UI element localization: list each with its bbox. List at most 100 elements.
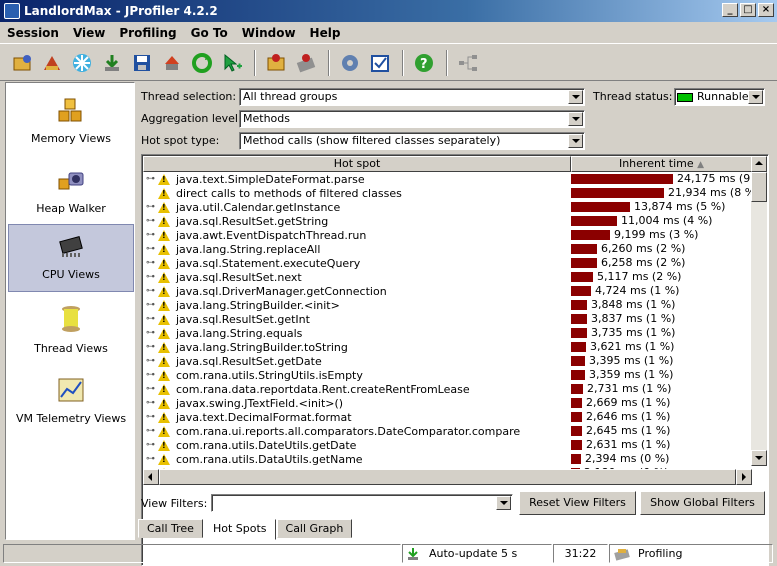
- expand-node-icon[interactable]: ⊶: [146, 258, 156, 268]
- close-button[interactable]: ×: [758, 3, 774, 17]
- scroll-left-button[interactable]: [143, 469, 159, 485]
- table-row[interactable]: ⊶ java.sql.DriverManager.getConnection 4,7…: [143, 284, 752, 298]
- aggregation-select[interactable]: Methods: [239, 110, 585, 128]
- table-row[interactable]: ⊶ javax.swing.JTextField.<init>() 2,669 ms…: [143, 396, 752, 410]
- sidebar-item-heap-walker[interactable]: Heap Walker: [8, 159, 134, 227]
- hscroll-thumb[interactable]: [159, 469, 736, 485]
- add-bookmark-button[interactable]: [218, 49, 246, 77]
- sidebar-item-cpu-views[interactable]: CPU Views: [8, 224, 134, 292]
- menu-goto[interactable]: Go To: [184, 26, 235, 40]
- start-recording-button[interactable]: [262, 49, 290, 77]
- menu-session[interactable]: Session: [0, 26, 66, 40]
- tab-hot-spots[interactable]: Hot Spots: [203, 519, 276, 540]
- tab-call-graph[interactable]: Call Graph: [276, 519, 353, 538]
- expand-node-icon[interactable]: ⊶: [146, 412, 156, 422]
- table-row[interactable]: ⊶ java.sql.ResultSet.getInt 3,837 ms (1 %): [143, 312, 752, 326]
- expand-node-icon[interactable]: ⊶: [146, 370, 156, 380]
- expand-node-icon[interactable]: ⊶: [146, 314, 156, 324]
- view-settings-button[interactable]: [366, 49, 394, 77]
- table-row[interactable]: ⊶ java.lang.StringBuilder.<init> 3,848 ms …: [143, 298, 752, 312]
- export-button[interactable]: [158, 49, 186, 77]
- show-global-filters-button[interactable]: Show Global Filters: [640, 491, 765, 515]
- table-body: ⊶ java.text.SimpleDateFormat.parse 24,175 …: [143, 172, 752, 480]
- reset-view-filters-button[interactable]: Reset View Filters: [519, 491, 636, 515]
- runnable-status-icon: [677, 92, 693, 102]
- sidebar-item-vm-telemetry-views[interactable]: VM Telemetry Views: [8, 369, 134, 437]
- warning-icon: [158, 243, 170, 255]
- expand-node-icon[interactable]: ⊶: [146, 398, 156, 408]
- hotspot-cell: ⊶ java.sql.Statement.executeQuery: [143, 257, 571, 270]
- snapshot-button[interactable]: [68, 49, 96, 77]
- view-filters-input[interactable]: [211, 494, 513, 512]
- sidebar-item-memory-views[interactable]: Memory Views: [8, 89, 134, 157]
- tab-call-tree[interactable]: Call Tree: [138, 519, 203, 538]
- menu-view[interactable]: View: [66, 26, 112, 40]
- scroll-down-button[interactable]: [751, 450, 767, 466]
- column-header-hotspot[interactable]: Hot spot: [143, 156, 571, 172]
- table-row[interactable]: ⊶ com.rana.utils.StringUtils.isEmpty 3,359…: [143, 368, 752, 382]
- table-row[interactable]: ⊶ java.sql.ResultSet.getDate 3,395 ms (1 %…: [143, 354, 752, 368]
- hotspot-type-select[interactable]: Method calls (show filtered classes sepa…: [239, 132, 585, 150]
- session-settings-button[interactable]: [38, 49, 66, 77]
- stop-recording-button[interactable]: [292, 49, 320, 77]
- scroll-thumb[interactable]: [751, 172, 767, 202]
- settings-button[interactable]: [336, 49, 364, 77]
- menu-profiling[interactable]: Profiling: [112, 26, 183, 40]
- expand-node-icon[interactable]: ⊶: [146, 384, 156, 394]
- table-row[interactable]: ⊶ java.util.Calendar.getInstance 13,874 ms…: [143, 200, 752, 214]
- table-row[interactable]: ⊶ java.lang.String.equals 3,735 ms (1 %): [143, 326, 752, 340]
- save-snapshot-button[interactable]: [98, 49, 126, 77]
- expand-node-icon[interactable]: ⊶: [146, 440, 156, 450]
- table-row[interactable]: ⊶ java.sql.ResultSet.next 5,117 ms (2 %): [143, 270, 752, 284]
- table-row[interactable]: ⊶ java.lang.String.replaceAll 6,260 ms (2 …: [143, 242, 752, 256]
- scroll-right-button[interactable]: [736, 469, 752, 485]
- warning-icon: [158, 425, 170, 437]
- table-row[interactable]: direct calls to methods of filtered clas…: [143, 186, 752, 200]
- start-center-button[interactable]: [8, 49, 36, 77]
- expand-node-icon[interactable]: ⊶: [146, 272, 156, 282]
- table-row[interactable]: ⊶ java.sql.Statement.executeQuery 6,258 ms…: [143, 256, 752, 270]
- menu-window[interactable]: Window: [235, 26, 303, 40]
- menu-help[interactable]: Help: [303, 26, 348, 40]
- help-button[interactable]: ?: [410, 49, 438, 77]
- expand-node-icon[interactable]: ⊶: [146, 454, 156, 464]
- hotspot-cell: ⊶ java.text.SimpleDateFormat.parse: [143, 173, 571, 186]
- vertical-scrollbar[interactable]: [751, 156, 767, 466]
- expand-node-icon[interactable]: ⊶: [146, 300, 156, 310]
- table-row[interactable]: ⊶ com.rana.data.reportdata.Rent.createRen…: [143, 382, 752, 396]
- horizontal-scrollbar[interactable]: [143, 469, 752, 485]
- save-button[interactable]: [128, 49, 156, 77]
- expand-node-icon[interactable]: ⊶: [146, 244, 156, 254]
- table-row[interactable]: ⊶ java.sql.ResultSet.getString 11,004 ms (…: [143, 214, 752, 228]
- svg-text:?: ?: [420, 57, 428, 72]
- thread-status-select[interactable]: Runnable: [674, 88, 765, 106]
- expand-node-icon[interactable]: ⊶: [146, 328, 156, 338]
- expand-node-icon[interactable]: ⊶: [146, 342, 156, 352]
- auto-update-status[interactable]: Auto-update 5 s: [402, 544, 552, 563]
- column-header-inherent-time[interactable]: Inherent time ▲: [571, 156, 752, 172]
- scroll-up-button[interactable]: [751, 156, 767, 172]
- expand-node-icon[interactable]: ⊶: [146, 230, 156, 240]
- table-row[interactable]: ⊶ com.rana.utils.DataUtils.getName 2,394 m…: [143, 452, 752, 466]
- table-row[interactable]: ⊶ java.lang.StringBuilder.toString 3,621 m…: [143, 340, 752, 354]
- vm-telemetry-icon: [58, 378, 84, 402]
- inherent-time-cell: 2,645 ms (1 %): [571, 424, 752, 438]
- table-row[interactable]: ⊶ com.rana.ui.reports.all.comparators.Dat…: [143, 424, 752, 438]
- expand-node-icon[interactable]: ⊶: [146, 202, 156, 212]
- expand-node-icon[interactable]: ⊶: [146, 356, 156, 366]
- minimize-button[interactable]: _: [722, 3, 738, 17]
- thread-selection-select[interactable]: All thread groups: [239, 88, 585, 106]
- call-tree-view-button[interactable]: [454, 49, 482, 77]
- maximize-button[interactable]: □: [740, 3, 756, 17]
- expand-node-icon[interactable]: ⊶: [146, 426, 156, 436]
- table-row[interactable]: ⊶ java.text.SimpleDateFormat.parse 24,175 …: [143, 172, 752, 186]
- arrow-down-icon: [755, 456, 763, 460]
- expand-node-icon[interactable]: ⊶: [146, 286, 156, 296]
- expand-node-icon[interactable]: ⊶: [146, 174, 156, 184]
- table-row[interactable]: ⊶ java.awt.EventDispatchThread.run 9,199 m…: [143, 228, 752, 242]
- table-row[interactable]: ⊶ com.rana.utils.DateUtils.getDate 2,631 m…: [143, 438, 752, 452]
- refresh-button[interactable]: [188, 49, 216, 77]
- expand-node-icon[interactable]: ⊶: [146, 216, 156, 226]
- table-row[interactable]: ⊶ java.text.DecimalFormat.format 2,646 ms …: [143, 410, 752, 424]
- sidebar-item-thread-views[interactable]: Thread Views: [8, 299, 134, 367]
